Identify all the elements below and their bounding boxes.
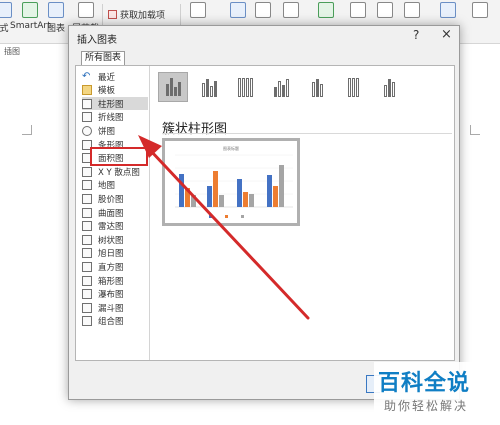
- watermark-main: 百科全说: [378, 371, 471, 396]
- watermark: 百科全说 助你轻松解决: [374, 362, 500, 425]
- watermark-sub: 助你轻松解决: [384, 399, 469, 413]
